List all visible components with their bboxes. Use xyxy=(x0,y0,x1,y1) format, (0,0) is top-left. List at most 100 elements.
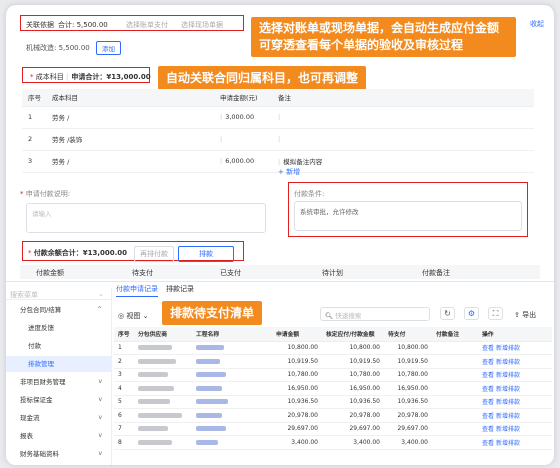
cond-label: 付款条件: xyxy=(294,190,325,198)
schedule-table: 序号 分包供应商 工程名称 申请金额 核定应付/付款金额 待支付 付款备注 操作… xyxy=(114,327,552,450)
mech-fee-label: 机械改造: 5,500.00 xyxy=(26,44,90,52)
tab-apply-records[interactable]: 付款申请记录 xyxy=(116,284,158,297)
sidebar: 搜索菜单 ⌄ 分包合同/结算 ^ 进度反馈 付款 排款管理 非项目财务管理 v 投标保… xyxy=(6,288,112,465)
quick-search-input[interactable]: 🔍︎ 快速搜索 xyxy=(320,307,430,321)
basis-total: 合计: 5,500.00 xyxy=(58,21,108,29)
add-schedule-link[interactable]: 新增排款 xyxy=(496,399,520,406)
chevron-down-icon: v xyxy=(98,378,102,385)
sidebar-item-contract[interactable]: 分包合同/结算 ^ xyxy=(6,302,112,318)
table-row: 7 29,697.00 29,697.00 29,697.00 查看 新增排款 xyxy=(114,422,552,436)
col-note: 备注 xyxy=(272,89,534,107)
view-link[interactable]: 查看 xyxy=(482,386,494,393)
view-link[interactable]: 查看 xyxy=(482,426,494,433)
add-schedule-link[interactable]: 新增排款 xyxy=(496,359,520,366)
tab-schedule-records[interactable]: 排款记录 xyxy=(166,284,194,294)
export-button[interactable]: ⇪ 导出 xyxy=(514,310,536,320)
add-schedule-link[interactable]: 新增排款 xyxy=(496,372,520,379)
cell-subject: 劳务 /装饰 xyxy=(46,128,214,151)
cost-table: 序号 成本科目 申请金额(元) 备注 1 劳务 / | 3,000.00 | 2 … xyxy=(22,89,534,173)
cell-note[interactable]: | xyxy=(272,106,534,129)
sidebar-item-payment[interactable]: 付款 xyxy=(6,338,112,354)
col-supplier: 分包供应商 xyxy=(134,327,192,342)
table-row: 5 10,936.50 10,936.50 10,936.50 查看 新增排款 xyxy=(114,395,552,409)
cell-subject: 劳务 / xyxy=(46,150,214,173)
table-row: 6 20,978.00 20,978.00 20,978.00 查看 新增排款 xyxy=(114,408,552,423)
cell-no: 3 xyxy=(22,150,46,173)
desc-input[interactable]: 请输入 xyxy=(26,203,266,233)
col-no: 序号 xyxy=(22,89,46,107)
cell-no: 2 xyxy=(22,128,46,151)
chevron-down-icon: ⌄ xyxy=(98,290,104,298)
callout-cost: 自动关联合同归属科目，也可再调整 xyxy=(158,66,367,90)
view-link[interactable]: 查看 xyxy=(482,440,494,447)
cell-note[interactable]: | xyxy=(272,128,534,151)
cond-input[interactable]: 系统审批，允许修改 xyxy=(294,201,522,231)
col-apply-amount: 申请金额 xyxy=(272,327,322,342)
callout-list: 排款待支付清单 xyxy=(162,301,263,325)
export-icon: ⇪ xyxy=(514,311,520,319)
sidebar-item-bid[interactable]: 投标保证金 v xyxy=(6,392,112,408)
pay-col-note: 付款备注 xyxy=(422,269,450,277)
col-no: 序号 xyxy=(114,327,134,342)
view-link[interactable]: 查看 xyxy=(482,399,494,406)
add-schedule-link[interactable]: 新增排款 xyxy=(496,345,520,352)
table-row: 1 劳务 / | 3,000.00 | xyxy=(22,106,534,129)
cost-label: 成本科目 xyxy=(35,73,64,81)
chevron-up-icon: ^ xyxy=(96,306,102,313)
col-approved: 核定应付/付款金额 xyxy=(322,327,384,342)
view-link[interactable]: 查看 xyxy=(482,345,494,352)
add-row-link[interactable]: + 新增 xyxy=(278,167,300,177)
chevron-down-icon: v xyxy=(98,396,102,403)
search-icon: 🔍︎ xyxy=(325,312,334,320)
table-row: 3 10,780.00 10,780.00 10,780.00 查看 新增排款 xyxy=(114,368,552,382)
pay-col-plan: 待计划 xyxy=(322,269,343,277)
tab-pending[interactable]: 再排付款 xyxy=(134,246,174,262)
table-row: 4 16,950.00 16,950.00 16,950.00 查看 新增排款 xyxy=(114,381,552,396)
add-schedule-link[interactable]: 新增排款 xyxy=(496,386,520,393)
sidebar-item-report[interactable]: 报表 v xyxy=(6,428,112,444)
add-schedule-link[interactable]: 新增排款 xyxy=(496,426,520,433)
sidebar-item-cashflow[interactable]: 现金流 v xyxy=(6,410,112,426)
view-selector[interactable]: ◎ 视图 ⌄ xyxy=(118,311,148,321)
cell-note[interactable]: | 模拟备注内容 xyxy=(272,150,534,173)
pay-col-paid: 已支付 xyxy=(220,269,241,277)
view-link[interactable]: 查看 xyxy=(482,372,494,379)
remain-total: * 付款余额合计：¥13,000.00 xyxy=(28,249,128,257)
table-row: 8 3,400.00 3,400.00 3,400.00 查看 新增排款 xyxy=(114,435,552,450)
chevron-down-icon: v xyxy=(98,450,102,457)
fullscreen-icon[interactable]: ⛶ xyxy=(488,307,503,320)
collapse-link[interactable]: 收起 xyxy=(530,19,544,29)
chevron-down-icon: ⌄ xyxy=(142,312,149,320)
view-link[interactable]: 查看 xyxy=(482,359,494,366)
sidebar-item-progress[interactable]: 进度反馈 xyxy=(6,320,112,336)
col-amount: 申请金额(元) xyxy=(214,89,272,107)
cell-amount[interactable]: | 3,000.00 xyxy=(214,106,272,129)
add-schedule-link[interactable]: 新增排款 xyxy=(496,413,520,420)
col-remark: 付款备注 xyxy=(432,327,478,342)
sidebar-item-basedata[interactable]: 财务基础资料 v xyxy=(6,446,112,462)
pay-col-pending: 待支付 xyxy=(132,269,153,277)
select-bill-button[interactable]: 选择账单支付 xyxy=(126,20,168,30)
eye-icon: ◎ xyxy=(118,312,125,320)
sidebar-item-schedule[interactable]: 排款管理 xyxy=(6,356,112,372)
pay-col-amount: 付款金额 xyxy=(36,269,64,277)
table-row: 2 劳务 /装饰 | | xyxy=(22,128,534,151)
cell-amount[interactable]: | xyxy=(214,128,272,151)
settings-icon[interactable]: ⚙ xyxy=(464,307,479,320)
col-pending: 待支付 xyxy=(384,327,432,342)
pay-table-header: 付款金额 待支付 已支付 待计划 付款备注 xyxy=(20,265,540,279)
sidebar-item-nonproject[interactable]: 非项目财务管理 v xyxy=(6,374,112,390)
basis-label: 关联依据 xyxy=(26,21,54,29)
chevron-down-icon: v xyxy=(98,414,102,421)
refresh-icon[interactable]: ↻ xyxy=(440,307,455,320)
select-site-button[interactable]: 选择现场单据 xyxy=(181,20,223,30)
add-button[interactable]: 添加 xyxy=(96,41,121,55)
menu-search[interactable]: 搜索菜单 ⌄ xyxy=(6,288,112,300)
cost-total: 申请合计：¥13,000.00 xyxy=(71,73,151,81)
table-row: 2 10,919.50 10,919.50 10,919.50 查看 新增排款 xyxy=(114,354,552,369)
tab-schedule[interactable]: 排款 xyxy=(178,246,234,262)
add-schedule-link[interactable]: 新增排款 xyxy=(496,440,520,447)
cell-amount[interactable]: | 6,000.00 xyxy=(214,150,272,173)
view-link[interactable]: 查看 xyxy=(482,413,494,420)
cell-subject: 劳务 / xyxy=(46,106,214,129)
